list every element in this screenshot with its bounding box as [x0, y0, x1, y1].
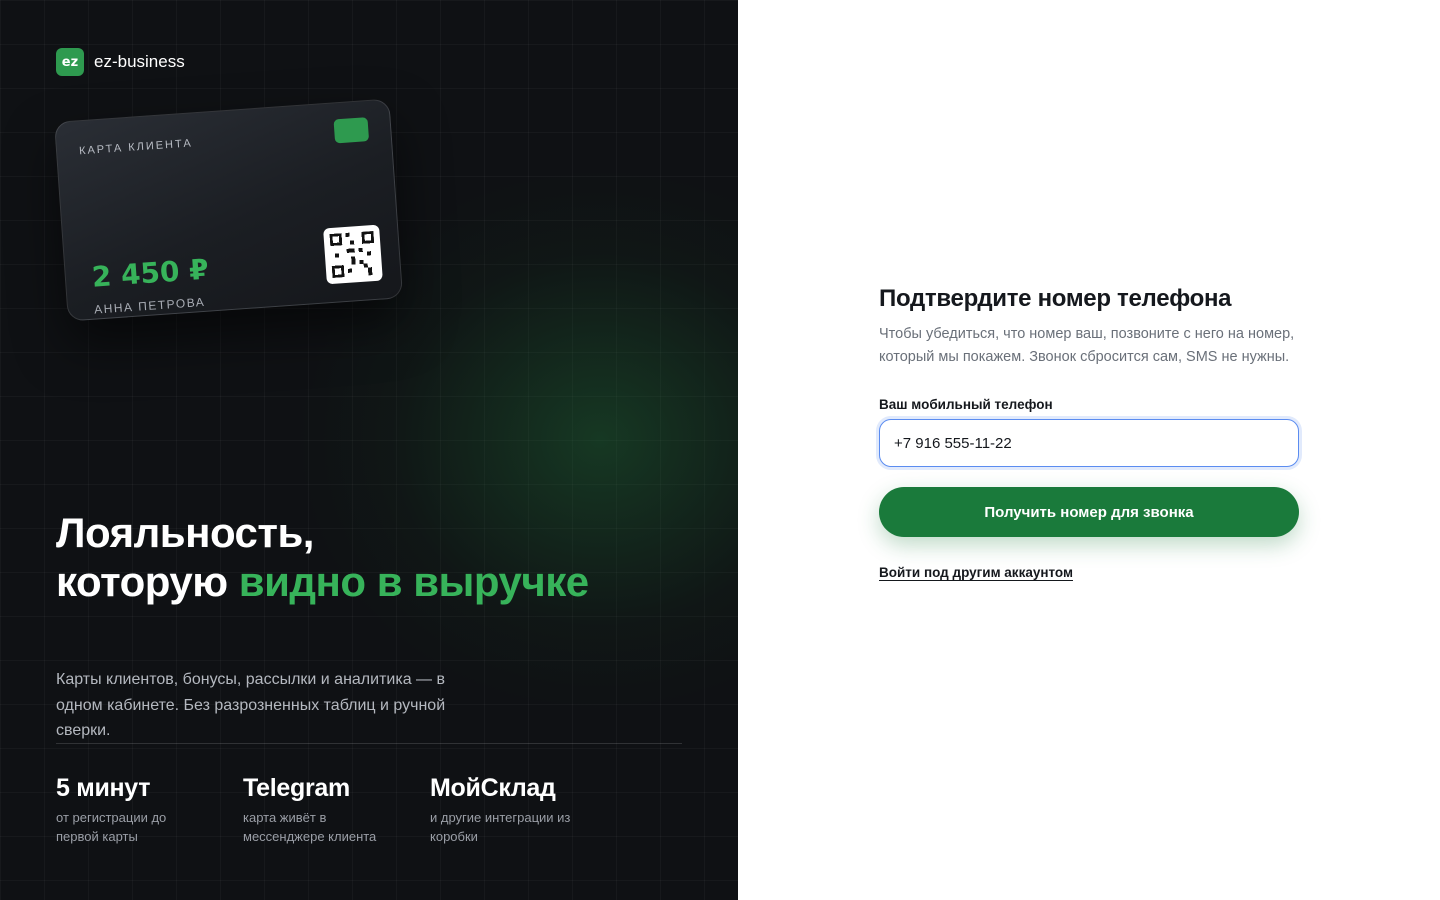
form-description: Чтобы убедиться, что номер ваш, позвонит… — [879, 326, 1295, 365]
card-chip-icon — [333, 117, 370, 144]
brand-name: ez-business — [94, 52, 185, 71]
card-balance: 2 450 ₽ — [90, 252, 210, 294]
phone-input[interactable] — [879, 419, 1299, 467]
stat-title: МойСклад — [430, 774, 556, 802]
divider — [56, 743, 682, 744]
switch-account-link[interactable]: Войти под другим аккаунтом — [879, 565, 1073, 580]
stat-item: 5 минут от регистрации до первой карты — [56, 772, 243, 846]
phone-confirm-form: Подтвердите номер телефона Чтобы убедить… — [879, 283, 1299, 582]
promo-panel: ez ez-business КАРТА КЛИЕНТА 2 450 ₽ АНН… — [0, 0, 738, 900]
stat-item: Telegram карта живёт в мессенджере клиен… — [243, 772, 430, 846]
qr-code-icon — [323, 224, 383, 285]
stats-row: 5 минут от регистрации до первой карты T… — [56, 772, 617, 846]
stat-subtitle: и другие интеграции из коробки — [430, 810, 571, 844]
phone-label: Ваш мобильный телефон — [879, 397, 1053, 412]
hero-description: Карты клиентов, бонусы, рассылки и анали… — [56, 671, 446, 739]
stat-subtitle: карта живёт в мессенджере клиента — [243, 810, 377, 844]
stat-item: МойСклад и другие интеграции из коробки — [430, 772, 617, 846]
headline-line1: Лояльность, — [56, 509, 314, 556]
headline-line2: которую — [56, 558, 239, 605]
loyalty-card-illustration: КАРТА КЛИЕНТА 2 450 ₽ АННА ПЕТРОВА — [54, 98, 404, 322]
brand[interactable]: ez ez-business — [56, 48, 185, 76]
card-title: КАРТА КЛИЕНТА — [78, 137, 194, 158]
card-holder-name: АННА ПЕТРОВА — [93, 294, 206, 317]
hero-headline: Лояльность, которую видно в выручке — [56, 508, 616, 606]
get-call-number-button[interactable]: Получить номер для звонка — [879, 487, 1299, 537]
auth-panel: Подтвердите номер телефона Чтобы убедить… — [738, 0, 1440, 900]
stat-title: Telegram — [243, 774, 350, 802]
brand-logo-icon: ez — [56, 48, 84, 76]
headline-accent: видно в выручке — [238, 558, 589, 605]
stat-subtitle: от регистрации до первой карты — [56, 810, 167, 844]
form-title: Подтвердите номер телефона — [879, 285, 1232, 312]
stat-title: 5 минут — [56, 774, 151, 802]
